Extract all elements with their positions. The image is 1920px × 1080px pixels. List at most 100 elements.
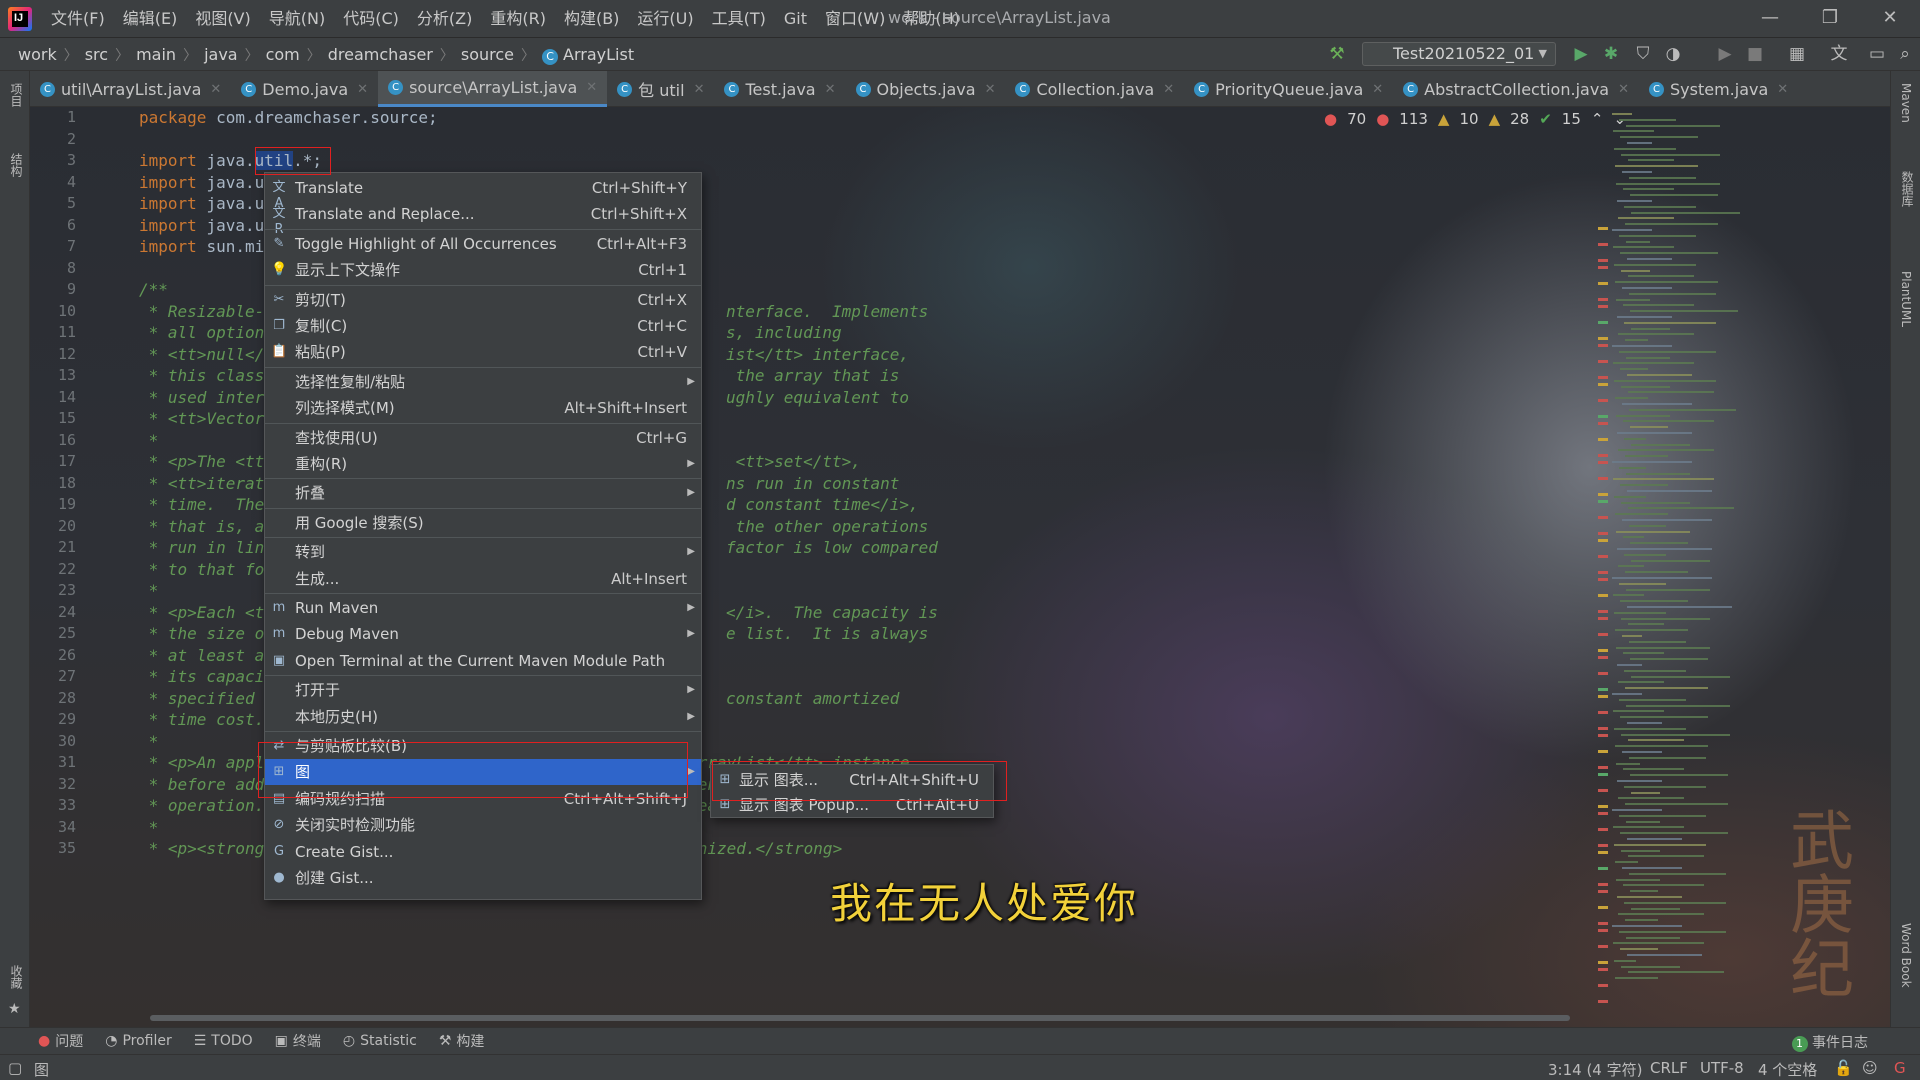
code-line[interactable]: import java.u	[139, 173, 264, 192]
google-icon[interactable]: G	[1894, 1059, 1906, 1077]
context-menu-item[interactable]: 折叠 ▶	[265, 480, 701, 506]
error-stripe-mark[interactable]	[1598, 399, 1608, 402]
editor-tab[interactable]: C Demo.java ✕	[231, 71, 378, 107]
editor-tab[interactable]: C PriorityQueue.java ✕	[1184, 71, 1393, 107]
error-stripe-mark[interactable]	[1598, 1000, 1608, 1003]
code-line[interactable]: import java.u	[139, 194, 264, 213]
editor-tab[interactable]: C Collection.java ✕	[1005, 71, 1184, 107]
close-tab-icon[interactable]: ✕	[1372, 82, 1383, 97]
code-line[interactable]: *	[139, 431, 159, 450]
favorites-tool-button[interactable]: 收藏	[8, 965, 25, 989]
context-menu-item[interactable]: 查找使用(U) Ctrl+G	[265, 425, 701, 451]
tool-window-button[interactable]: ▣ 终端	[275, 1031, 321, 1051]
error-stripe-mark[interactable]	[1598, 555, 1608, 558]
context-menu-item[interactable]: ❐ 复制(C) Ctrl+C	[265, 313, 701, 339]
error-stripe-mark[interactable]	[1598, 610, 1608, 613]
structure-tool-button[interactable]: 结构	[8, 153, 25, 177]
context-menu-item[interactable]: 转到 ▶	[265, 539, 701, 565]
error-stripe-mark[interactable]	[1598, 454, 1608, 457]
indent-setting[interactable]: 4 个空格	[1758, 1059, 1817, 1080]
line-separator[interactable]: CRLF	[1650, 1059, 1688, 1077]
error-stripe-mark[interactable]	[1598, 532, 1608, 535]
database-tool-button[interactable]: 数据库	[1899, 171, 1916, 207]
context-menu-item[interactable]: 选择性复制/粘贴 ▶	[265, 369, 701, 395]
editor-tab[interactable]: C System.java ✕	[1639, 71, 1798, 107]
breadcrumb-item[interactable]: com	[262, 45, 304, 64]
horizontal-scrollbar[interactable]	[150, 1015, 1570, 1021]
error-stripe-mark[interactable]	[1598, 516, 1608, 519]
editor-tab[interactable]: Csource\ArrayList.java ✕	[378, 71, 608, 107]
intellij-logo-icon[interactable]: IJ	[8, 7, 32, 31]
code-line[interactable]: /**	[139, 280, 168, 299]
close-tab-icon[interactable]: ✕	[1163, 82, 1174, 97]
menu-item[interactable]: 代码(C)	[334, 0, 408, 38]
error-stripe-mark[interactable]	[1598, 766, 1608, 769]
error-stripe-mark[interactable]	[1598, 734, 1608, 737]
error-stripe-mark[interactable]	[1598, 298, 1608, 301]
code-line[interactable]: *	[139, 581, 159, 600]
error-stripe-mark[interactable]	[1598, 594, 1608, 597]
error-stripe-mark[interactable]	[1598, 867, 1608, 870]
code-line[interactable]: * the size o e list. It is always	[139, 624, 929, 643]
error-stripe-mark[interactable]	[1598, 750, 1608, 753]
error-stripe-mark[interactable]	[1598, 243, 1608, 246]
close-tab-icon[interactable]: ✕	[694, 82, 705, 97]
error-stripe-mark[interactable]	[1598, 500, 1608, 503]
code-line[interactable]: import java.u	[139, 216, 264, 235]
code-line[interactable]: package com.dreamchaser.source;	[139, 108, 438, 127]
project-tool-button[interactable]: 项目	[8, 83, 25, 107]
context-menu-item[interactable]: 本地历史(H) ▶	[265, 704, 701, 730]
coverage-icon[interactable]: ⛉	[1632, 43, 1654, 65]
lock-icon[interactable]: 🔓	[1834, 1059, 1853, 1077]
context-menu-item[interactable]: 重构(R) ▶	[265, 451, 701, 477]
code-line[interactable]: * <tt>iterat ns run in constant	[139, 474, 900, 493]
error-stripe-mark[interactable]	[1598, 672, 1608, 675]
error-stripe-mark[interactable]	[1598, 539, 1608, 542]
menu-item[interactable]: 分析(Z)	[408, 0, 481, 38]
code-line[interactable]: * to that fo	[139, 560, 265, 579]
context-menu-item[interactable]: 文A Translate Ctrl+Shift+Y	[265, 175, 701, 211]
context-menu-item[interactable]: 打开于 ▶	[265, 677, 701, 703]
context-menu-item[interactable]: m Run Maven ▶	[265, 595, 701, 621]
editor-tab[interactable]: C 包 util ✕	[607, 71, 714, 107]
translate-toolbar-icon[interactable]: 文	[1828, 43, 1850, 65]
editor-tab[interactable]: C AbstractCollection.java ✕	[1393, 71, 1639, 107]
error-stripe-mark[interactable]	[1598, 227, 1608, 230]
search-icon[interactable]: ⌕	[1894, 43, 1916, 65]
error-stripe-mark[interactable]	[1598, 415, 1608, 418]
error-stripe-mark[interactable]	[1598, 711, 1608, 714]
code-line[interactable]: * time cost.	[139, 710, 265, 729]
context-menu-item[interactable]: ✎ Toggle Highlight of All Occurrences Ctrl…	[265, 231, 701, 257]
breadcrumb-item[interactable]: dreamchaser	[324, 45, 437, 64]
error-stripe-mark[interactable]	[1598, 266, 1608, 269]
code-line[interactable]: * specified constant amortized	[139, 689, 900, 708]
error-stripe-mark[interactable]	[1598, 812, 1608, 815]
context-menu-item[interactable]: 生成... Alt+Insert	[265, 566, 701, 592]
error-stripe-mark[interactable]	[1598, 321, 1608, 324]
breadcrumb-item[interactable]: java	[200, 45, 242, 64]
code-line[interactable]: * <p>The <tt <tt>set</tt>,	[139, 452, 861, 471]
layout-toggle-icon[interactable]: ▢	[8, 1059, 22, 1077]
error-stripe-mark[interactable]	[1598, 649, 1608, 652]
close-tab-icon[interactable]: ✕	[586, 80, 597, 95]
menu-item[interactable]: 工具(T)	[703, 0, 775, 38]
close-tab-icon[interactable]: ✕	[210, 82, 221, 97]
error-stripe-mark[interactable]	[1598, 578, 1608, 581]
code-line[interactable]: * all option s, including	[139, 323, 842, 342]
editor-tab[interactable]: C Test.java ✕	[714, 71, 845, 107]
error-stripe-mark[interactable]	[1598, 961, 1608, 964]
breadcrumb-item[interactable]: src	[81, 45, 112, 64]
tool-window-button[interactable]: ☰ TODO	[194, 1033, 253, 1049]
breadcrumb-item[interactable]: source	[457, 45, 518, 64]
menu-item[interactable]: Git	[775, 0, 816, 38]
minimap[interactable]	[1610, 107, 1750, 1027]
error-stripe-mark[interactable]	[1598, 337, 1608, 340]
menu-item[interactable]: 编辑(E)	[114, 0, 187, 38]
error-stripe-mark[interactable]	[1598, 383, 1608, 386]
error-stripe-mark[interactable]	[1598, 617, 1608, 620]
stop-icon[interactable]: ■	[1744, 43, 1766, 65]
error-stripe-mark[interactable]	[1598, 438, 1608, 441]
build-hammer-icon[interactable]: ⚒	[1326, 43, 1348, 65]
breadcrumb-item[interactable]: C ArrayList	[538, 45, 638, 65]
plantuml-tool-button[interactable]: PlantUML	[1899, 271, 1913, 327]
